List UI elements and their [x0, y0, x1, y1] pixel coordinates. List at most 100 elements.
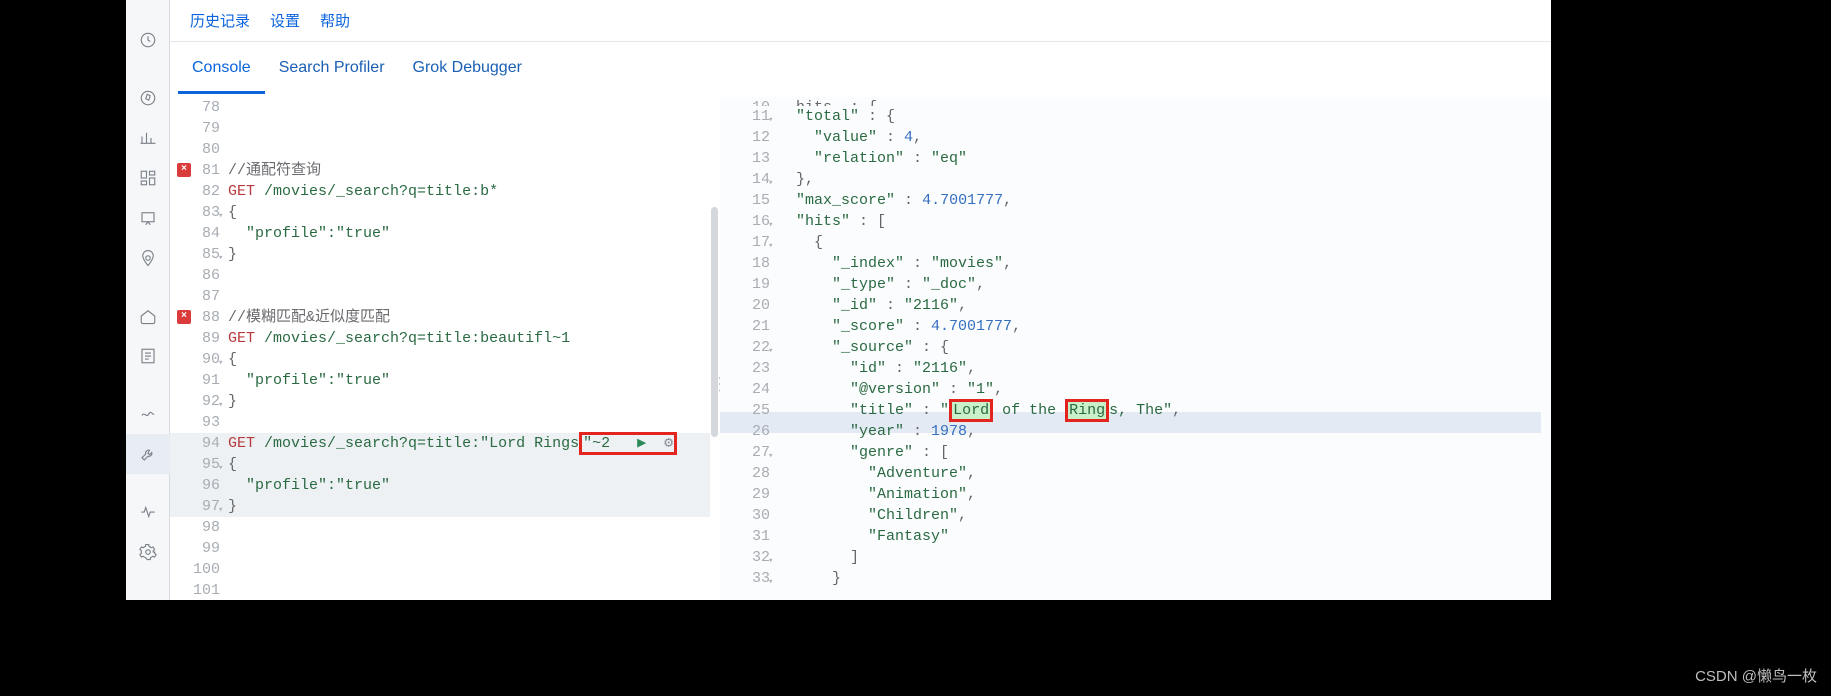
line-number: 87 — [170, 286, 220, 307]
code-line: "genre" : [ — [778, 442, 1551, 463]
error-marker[interactable]: × — [177, 310, 191, 324]
code-line — [228, 412, 720, 433]
infra-icon[interactable] — [126, 296, 170, 336]
maps-icon[interactable] — [126, 238, 170, 278]
code-line — [228, 139, 720, 160]
code-line: } — [228, 391, 720, 412]
clock-icon[interactable] — [126, 20, 170, 60]
code-line: "profile":"true" — [228, 475, 720, 496]
fold-toggle[interactable]: ▾ — [768, 173, 773, 194]
code-line: } — [228, 496, 720, 517]
code-line: "_type" : "_doc", — [778, 274, 1551, 295]
canvas-icon[interactable] — [126, 198, 170, 238]
run-icon[interactable]: ▶ — [637, 435, 646, 452]
fold-toggle[interactable]: ▾ — [218, 353, 223, 374]
code-line: GET /movies/_search?q=title:beautifl~1 — [228, 328, 720, 349]
line-number: 92 — [170, 391, 220, 412]
code-line: { — [228, 202, 720, 223]
code-line: } — [228, 244, 720, 265]
fold-toggle[interactable]: ▾ — [768, 551, 773, 572]
line-number: 78 — [170, 97, 220, 118]
code-line: { — [228, 454, 720, 475]
line-number: 22 — [720, 337, 770, 358]
scrollbar-thumb[interactable] — [711, 207, 718, 437]
settings-link[interactable]: 设置 — [270, 10, 300, 31]
line-number: 17 — [720, 232, 770, 253]
code-line: "profile":"true" — [228, 223, 720, 244]
apm-icon[interactable] — [126, 394, 170, 434]
visualize-icon[interactable] — [126, 118, 170, 158]
code-line: "id" : "2116", — [778, 358, 1551, 379]
fold-toggle[interactable]: ▾ — [218, 458, 223, 479]
fold-toggle[interactable]: ▾ — [218, 395, 223, 416]
line-number: 20 — [720, 295, 770, 316]
line-number: 96 — [170, 475, 220, 496]
request-editor[interactable]: 7879808182838485868788899091929394959697… — [170, 97, 720, 600]
line-number: 93 — [170, 412, 220, 433]
top-menu: 历史记录 设置 帮助 — [170, 0, 1551, 42]
code-line: ] — [778, 547, 1551, 568]
code-line: "Adventure", — [778, 463, 1551, 484]
help-link[interactable]: 帮助 — [320, 10, 350, 31]
line-number: 91 — [170, 370, 220, 391]
line-number: 29 — [720, 484, 770, 505]
compass-icon[interactable] — [126, 78, 170, 118]
fold-toggle[interactable]: ▾ — [768, 110, 773, 131]
fold-toggle[interactable]: ▾ — [768, 341, 773, 362]
tab-grok-debugger[interactable]: Grok Debugger — [399, 45, 536, 94]
line-number: 14 — [720, 169, 770, 190]
code-line: "_id" : "2116", — [778, 295, 1551, 316]
fold-toggle[interactable]: ▾ — [768, 446, 773, 467]
code-line — [228, 580, 720, 601]
logs-icon[interactable] — [126, 336, 170, 376]
line-number: 18 — [720, 253, 770, 274]
gear-icon[interactable] — [126, 532, 170, 572]
code-line: "relation" : "eq" — [778, 148, 1551, 169]
line-number: 101 — [170, 580, 220, 601]
line-number: 80 — [170, 139, 220, 160]
history-link[interactable]: 历史记录 — [190, 10, 250, 31]
line-number: 19 — [720, 274, 770, 295]
fold-toggle[interactable]: ▾ — [218, 248, 223, 269]
line-number: 84 — [170, 223, 220, 244]
code-line: "_index" : "movies", — [778, 253, 1551, 274]
line-number: 90 — [170, 349, 220, 370]
line-number: 82 — [170, 181, 220, 202]
code-line: GET /movies/_search?q=title:"Lord Rings"… — [228, 433, 720, 454]
line-number: 97 — [170, 496, 220, 517]
response-editor[interactable]: 1011121314151617181920212223242526272829… — [720, 97, 1551, 600]
devtools-icon[interactable] — [126, 434, 170, 474]
line-number: 25 — [720, 400, 770, 421]
code-line — [228, 538, 720, 559]
tab-console[interactable]: Console — [178, 45, 265, 94]
line-number: 21 — [720, 316, 770, 337]
nav-sidebar — [126, 0, 170, 600]
code-line: "Animation", — [778, 484, 1551, 505]
fold-toggle[interactable]: ▾ — [218, 206, 223, 227]
code-line: //模糊匹配&近似度匹配 — [228, 307, 720, 328]
fold-toggle[interactable]: ▾ — [768, 236, 773, 257]
fold-toggle[interactable]: ▾ — [768, 215, 773, 236]
monitor-icon[interactable] — [126, 492, 170, 532]
wrench-icon[interactable]: ⚙ — [664, 435, 673, 452]
main-panel: 历史记录 设置 帮助 Console Search Profiler Grok … — [170, 0, 1551, 600]
error-marker[interactable]: × — [177, 163, 191, 177]
code-line: { — [228, 349, 720, 370]
line-number: 30 — [720, 505, 770, 526]
line-number: 13 — [720, 148, 770, 169]
code-line: //通配符查询 — [228, 160, 720, 181]
dashboard-icon[interactable] — [126, 158, 170, 198]
fold-toggle[interactable]: ▾ — [768, 572, 773, 593]
code-line: GET /movies/_search?q=title:b* — [228, 181, 720, 202]
line-number: 15 — [720, 190, 770, 211]
line-number: 28 — [720, 463, 770, 484]
line-number: 95 — [170, 454, 220, 475]
fold-toggle[interactable]: ▾ — [218, 500, 223, 521]
tab-search-profiler[interactable]: Search Profiler — [265, 45, 399, 94]
line-number: 16 — [720, 211, 770, 232]
code-line: "Fantasy" — [778, 526, 1551, 547]
code-line — [228, 97, 720, 118]
code-line — [228, 265, 720, 286]
line-number: 83 — [170, 202, 220, 223]
code-line: "total" : { — [778, 106, 1551, 127]
